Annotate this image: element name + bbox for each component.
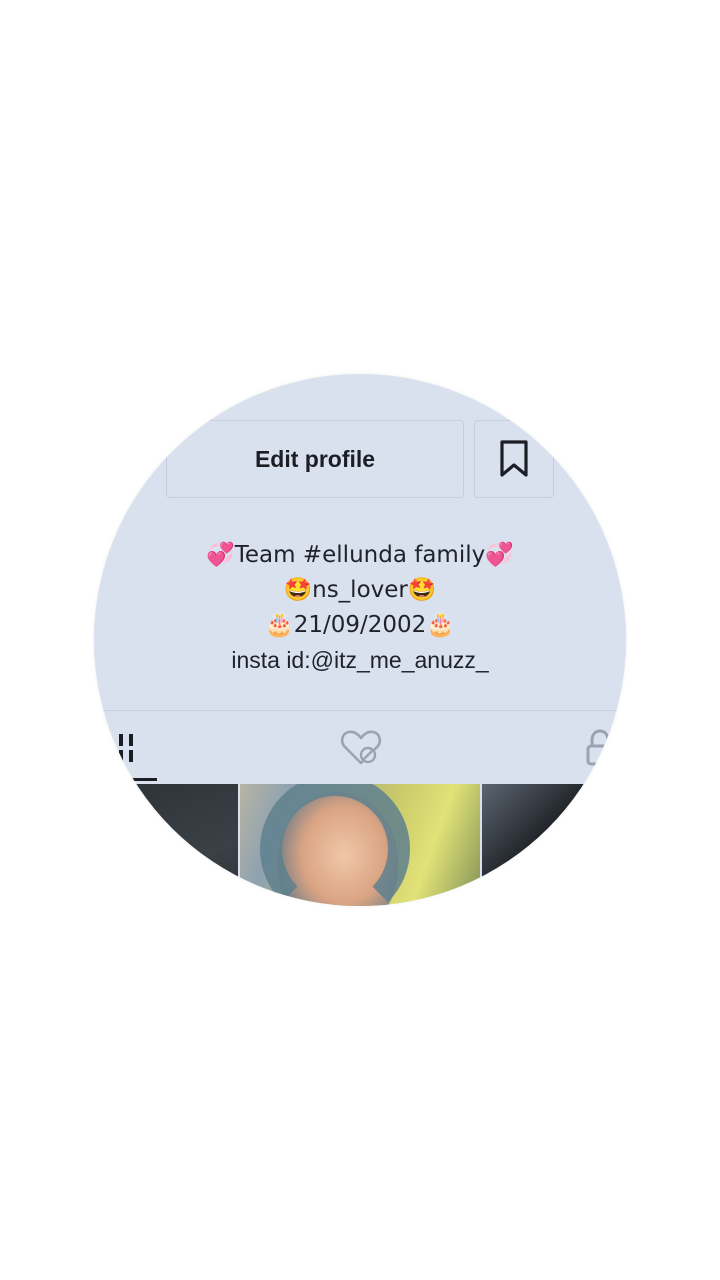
- edit-profile-label: Edit profile: [254, 445, 376, 472]
- grid-icon: [119, 734, 133, 762]
- profile-bio: 💞Team #ellunda family💞 🤩ns_lover🤩 🎂21/09…: [120, 538, 600, 678]
- thumbnail-hair: [260, 784, 410, 906]
- bio-line-insta: insta id:@itz_me_anuzz_: [231, 647, 489, 673]
- profile-content: Edit profile 💞Team #ellunda family💞 🤩ns_…: [94, 374, 626, 906]
- video-thumbnail[interactable]: [240, 784, 480, 906]
- bio-line-lover: 🤩ns_lover🤩: [283, 577, 437, 603]
- video-thumbnail[interactable]: [482, 784, 622, 906]
- bookmark-icon: [500, 440, 528, 477]
- video-thumbnail[interactable]: [100, 784, 238, 906]
- bio-line-birthday: 🎂21/09/2002🎂: [265, 612, 455, 638]
- tab-liked[interactable]: [336, 726, 386, 770]
- lock-icon: [586, 729, 614, 766]
- edit-profile-button[interactable]: Edit profile: [166, 420, 464, 498]
- bio-line-team: 💞Team #ellunda family💞: [206, 542, 514, 568]
- active-tab-indicator: [100, 778, 157, 781]
- hidden-heart-icon: [340, 730, 382, 765]
- magnifier-lens: Edit profile 💞Team #ellunda family💞 🤩ns_…: [94, 374, 626, 906]
- tab-private[interactable]: [580, 726, 620, 770]
- favorites-button[interactable]: [474, 420, 554, 498]
- tabs-divider: [100, 710, 620, 711]
- screen: Edit profile 💞Team #ellunda family💞 🤩ns_…: [0, 0, 720, 1280]
- tab-videos[interactable]: [100, 726, 150, 770]
